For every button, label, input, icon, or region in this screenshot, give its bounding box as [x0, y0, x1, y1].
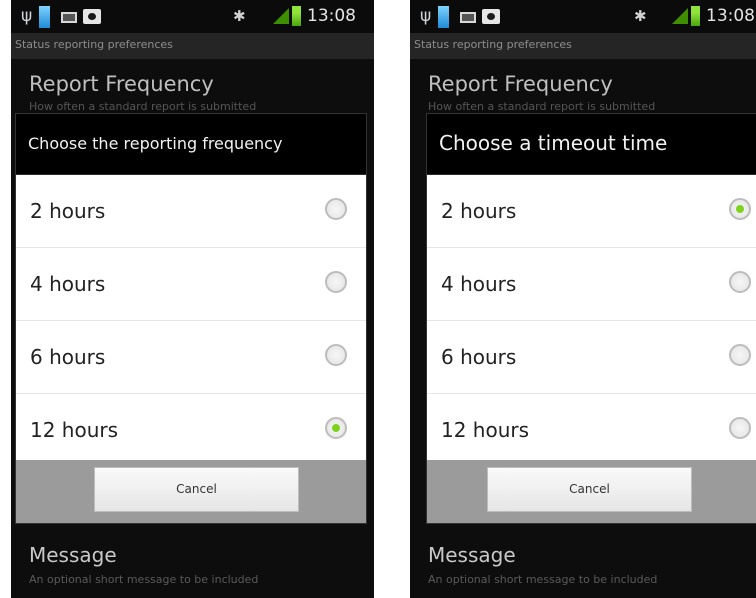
- battery-icon: [691, 6, 700, 26]
- mail-icon: [460, 12, 476, 23]
- camera-icon: [482, 9, 500, 24]
- option-4-hours[interactable]: 4 hours: [427, 248, 756, 321]
- option-label: 6 hours: [30, 345, 106, 369]
- status-bar: ψ ✱ 13:08: [11, 0, 374, 33]
- option-12-hours[interactable]: 12 hours: [16, 394, 366, 467]
- option-6-hours[interactable]: 6 hours: [427, 321, 756, 394]
- option-label: 4 hours: [30, 272, 106, 296]
- pref-summary-message: An optional short message to be included: [428, 573, 658, 586]
- cancel-button[interactable]: Cancel: [94, 467, 299, 512]
- battery-icon: [292, 6, 301, 26]
- bluetooth-icon: ✱: [634, 7, 647, 25]
- radio-button-icon[interactable]: [729, 417, 751, 439]
- usb-icon: ψ: [420, 6, 432, 26]
- charging-icon: [39, 6, 50, 28]
- signal-icon: [672, 8, 688, 24]
- dialog-footer: Cancel: [16, 460, 366, 523]
- radio-button-icon[interactable]: [325, 344, 347, 366]
- radio-button-icon[interactable]: [729, 344, 751, 366]
- option-4-hours[interactable]: 4 hours: [16, 248, 366, 321]
- dialog-title: Choose the reporting frequency: [28, 134, 283, 153]
- timeout-dialog: Choose a timeout time 2 hours 4 hours 6 …: [427, 114, 756, 523]
- charging-icon: [438, 6, 449, 28]
- dialog-header: Choose a timeout time: [427, 114, 756, 175]
- pref-summary: How often a standard report is submitted: [29, 100, 257, 113]
- pref-title-report-frequency[interactable]: Report Frequency: [428, 72, 613, 96]
- clock-time: 13:08: [307, 6, 356, 26]
- frequency-dialog: Choose the reporting frequency 2 hours 4…: [16, 114, 366, 523]
- radio-button-icon[interactable]: [325, 198, 347, 220]
- option-label: 2 hours: [441, 199, 517, 223]
- pref-summary: How often a standard report is submitted: [428, 100, 656, 113]
- pref-title-message[interactable]: Message: [428, 543, 516, 567]
- radio-button-icon[interactable]: [729, 271, 751, 293]
- option-label: 12 hours: [441, 418, 530, 442]
- camera-icon: [83, 9, 101, 24]
- pref-title-report-frequency[interactable]: Report Frequency: [29, 72, 214, 96]
- usb-icon: ψ: [21, 6, 33, 26]
- app-title: Status reporting preferences: [15, 38, 173, 51]
- option-2-hours[interactable]: 2 hours: [427, 175, 756, 248]
- option-12-hours[interactable]: 12 hours: [427, 394, 756, 467]
- signal-icon: [273, 8, 289, 24]
- option-label: 4 hours: [441, 272, 517, 296]
- bluetooth-icon: ✱: [233, 7, 246, 25]
- radio-button-icon[interactable]: [325, 271, 347, 293]
- app-title: Status reporting preferences: [414, 38, 572, 51]
- option-label: 6 hours: [441, 345, 517, 369]
- option-6-hours[interactable]: 6 hours: [16, 321, 366, 394]
- dialog-header: Choose the reporting frequency: [16, 114, 366, 175]
- clock-time: 13:08: [706, 6, 755, 26]
- option-label: 2 hours: [30, 199, 106, 223]
- radio-button-selected-icon[interactable]: [729, 198, 751, 220]
- dialog-footer: Cancel: [427, 460, 756, 523]
- app-title-bar: Status reporting preferences: [11, 33, 374, 59]
- option-label: 12 hours: [30, 418, 119, 442]
- app-title-bar: Status reporting preferences: [410, 33, 756, 59]
- pref-summary-message: An optional short message to be included: [29, 573, 259, 586]
- phone-screen-right: ψ ✱ 13:08 Status reporting preferences R…: [410, 0, 756, 598]
- mail-icon: [61, 12, 77, 23]
- dialog-title: Choose a timeout time: [439, 131, 668, 155]
- phone-screen-left: ψ ✱ 13:08 Status reporting preferences R…: [11, 0, 374, 598]
- option-2-hours[interactable]: 2 hours: [16, 175, 366, 248]
- radio-button-selected-icon[interactable]: [325, 417, 347, 439]
- pref-title-message[interactable]: Message: [29, 543, 117, 567]
- status-bar: ψ ✱ 13:08: [410, 0, 756, 33]
- cancel-button[interactable]: Cancel: [487, 467, 692, 512]
